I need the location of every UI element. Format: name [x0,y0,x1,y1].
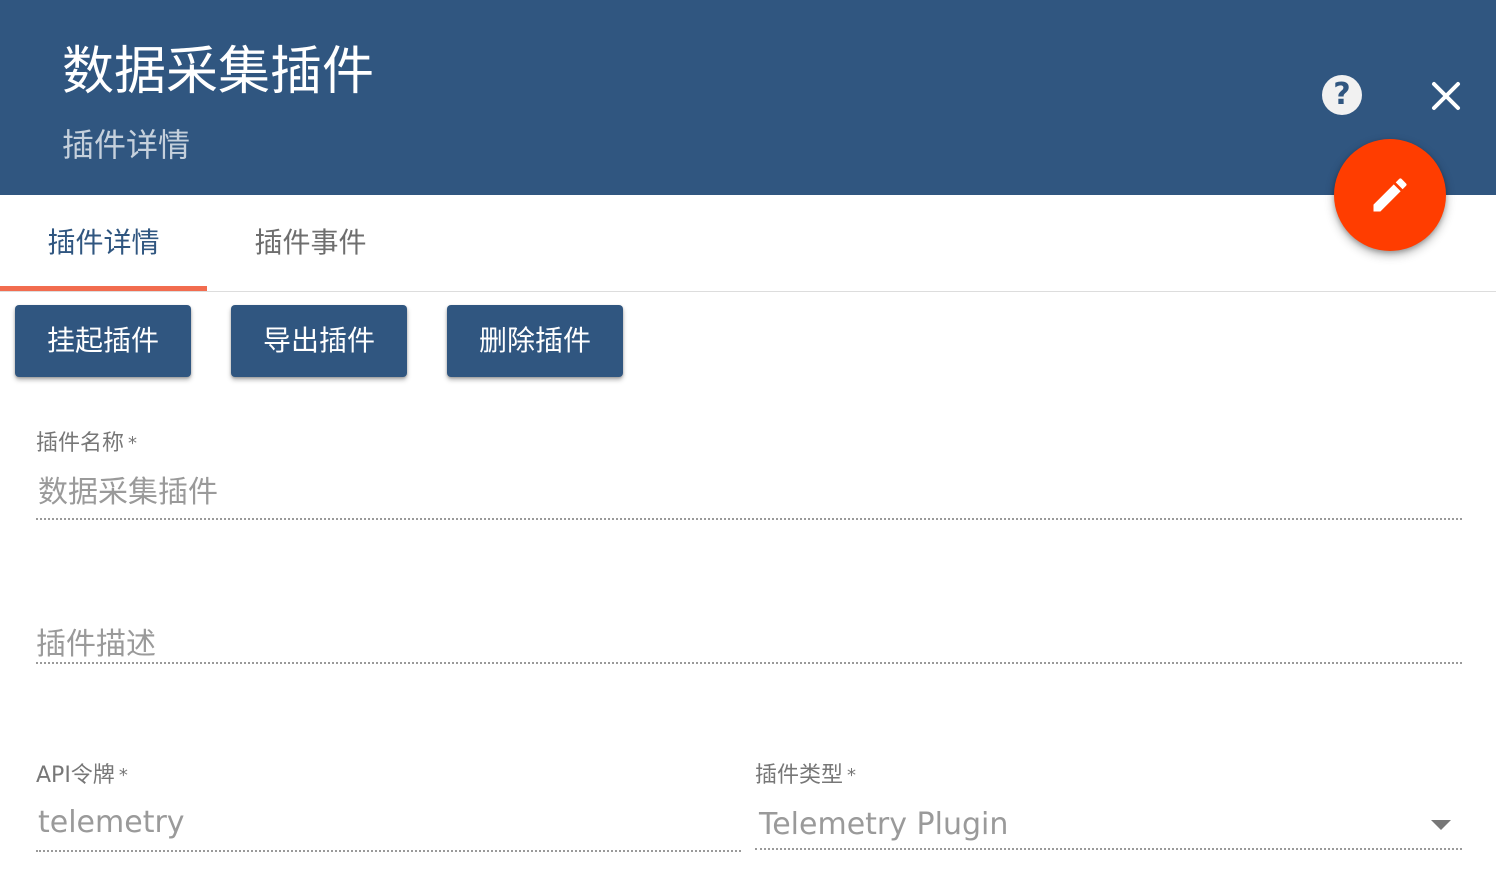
plugin-type-label: 插件类型 * [755,762,856,790]
plugin-name-label-text: 插件名称 [36,431,125,456]
plugin-name-field[interactable]: 数据采集插件 [38,473,218,513]
required-mark: * [128,433,138,454]
plugin-type-underline [755,848,1462,850]
pencil-icon [1373,178,1407,212]
caret-down-icon[interactable] [1431,820,1451,830]
api-token-underline [36,850,741,852]
plugin-name-label: 插件名称 * [36,430,137,458]
required-mark: * [847,765,857,786]
plugin-name-underline [36,518,1462,520]
active-tab-indicator [0,286,207,291]
api-token-label: API令牌 * [36,762,128,790]
tab-plugin-events[interactable]: 插件事件 [207,195,414,291]
edit-button[interactable] [1334,139,1446,251]
plugin-description-field[interactable]: 插件描述 [36,625,156,665]
header-bar: 数据采集插件 插件详情 ? [0,0,1496,195]
api-token-label-text: API令牌 [36,763,115,788]
export-plugin-button[interactable]: 导出插件 [231,305,407,377]
plugin-description-underline [36,662,1462,664]
tab-plugin-details[interactable]: 插件详情 [0,195,207,291]
tab-bar: 插件详情 插件事件 [0,195,1496,292]
page-title: 数据采集插件 [62,42,375,102]
close-icon[interactable] [1424,74,1468,118]
help-icon[interactable]: ? [1322,75,1362,115]
api-token-field[interactable]: telemetry [38,803,185,843]
plugin-type-select[interactable]: Telemetry Plugin [759,805,1008,845]
page-subtitle: 插件详情 [62,126,191,164]
delete-plugin-button[interactable]: 删除插件 [447,305,623,377]
required-mark: * [118,765,128,786]
suspend-plugin-button[interactable]: 挂起插件 [15,305,191,377]
plugin-type-label-text: 插件类型 [755,763,844,788]
